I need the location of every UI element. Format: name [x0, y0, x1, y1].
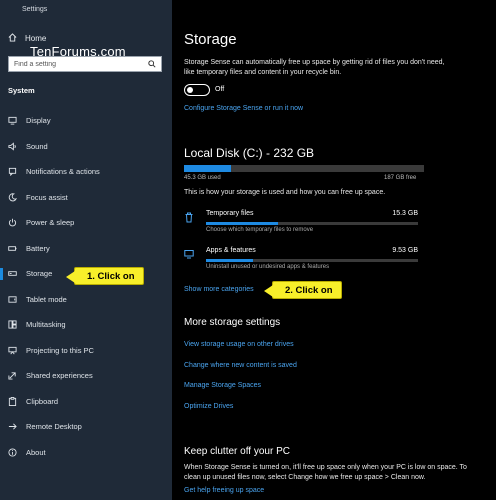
tablet-icon — [8, 295, 17, 304]
battery-icon — [8, 244, 17, 253]
sidebar-item-battery[interactable]: Battery — [0, 236, 172, 262]
manage-storage-spaces-link[interactable]: Manage Storage Spaces — [184, 382, 261, 389]
home-nav-item[interactable]: Home — [8, 33, 46, 44]
multitasking-icon — [8, 320, 17, 329]
sidebar-item-label: Storage — [26, 269, 53, 279]
main-panel: Storage Storage Sense can automatically … — [172, 0, 496, 500]
category-description: Uninstall unused or undesired apps & fea… — [206, 264, 330, 270]
sidebar-item-label: Battery — [26, 243, 50, 253]
sidebar-item-label: Projecting to this PC — [26, 345, 94, 355]
configure-storage-sense-link[interactable]: Configure Storage Sense or run it now — [184, 105, 303, 112]
sidebar-item-remote-desktop[interactable]: Remote Desktop — [0, 414, 172, 440]
remote-icon — [8, 422, 17, 431]
home-label: Home — [25, 34, 47, 43]
speaker-icon — [8, 142, 17, 151]
category-usage-bar — [206, 259, 418, 262]
sidebar-item-clipboard[interactable]: Clipboard — [0, 389, 172, 415]
monitor-icon — [8, 116, 17, 125]
sidebar-item-label: Sound — [26, 141, 48, 151]
nav-list: Display Sound Notifications & actions Fo… — [0, 108, 172, 465]
keep-clutter-description: When Storage Sense is turned on, it'll f… — [184, 464, 467, 481]
category-usage-fill — [206, 259, 253, 262]
sidebar-item-display[interactable]: Display — [0, 108, 172, 134]
projector-icon — [8, 346, 17, 355]
disk-usage-bar — [184, 165, 424, 172]
category-name: Apps & features — [206, 247, 256, 254]
sidebar-item-label: Shared experiences — [26, 371, 93, 381]
sidebar-item-label: Power & sleep — [26, 218, 75, 228]
sidebar-item-tablet-mode[interactable]: Tablet mode — [0, 287, 172, 313]
category-usage-fill — [206, 222, 279, 225]
sidebar-item-label: Focus assist — [26, 192, 68, 202]
show-more-categories-link[interactable]: Show more categories — [184, 286, 254, 293]
info-icon — [8, 448, 17, 457]
sidebar-item-label: Clipboard — [26, 396, 59, 406]
selection-indicator — [0, 268, 3, 280]
category-size: 15.3 GB — [392, 210, 418, 217]
disk-used-label: 45.3 GB used — [184, 175, 221, 181]
sidebar-item-sound[interactable]: Sound — [0, 134, 172, 160]
storage-sense-toggle[interactable] — [184, 84, 210, 96]
shared-icon — [8, 371, 17, 380]
section-label-system: System — [8, 86, 35, 95]
sidebar-item-label: Display — [26, 116, 51, 126]
power-icon — [8, 218, 17, 227]
callout-step-2: 2. Click on — [264, 281, 342, 299]
sidebar-item-multitasking[interactable]: Multitasking — [0, 312, 172, 338]
sidebar-item-label: About — [26, 447, 46, 457]
sidebar: Settings Home TenForums.com System Displ… — [0, 0, 172, 500]
sidebar-item-projecting[interactable]: Projecting to this PC — [0, 338, 172, 364]
category-name: Temporary files — [206, 210, 254, 217]
optimize-drives-link[interactable]: Optimize Drives — [184, 403, 233, 410]
storage-icon — [8, 269, 17, 278]
sidebar-item-about[interactable]: About — [0, 440, 172, 466]
sidebar-item-label: Multitasking — [26, 320, 66, 330]
category-usage-bar — [206, 222, 418, 225]
category-apps-features[interactable]: Apps & features 9.53 GB Uninstall unused… — [184, 247, 424, 275]
disk-description: This is how your storage is used and how… — [184, 189, 386, 196]
window-title: Settings — [22, 6, 48, 13]
apps-icon — [184, 249, 194, 259]
disk-title: Local Disk (C:) - 232 GB — [184, 146, 315, 160]
trash-icon — [184, 212, 194, 223]
moon-icon — [8, 193, 17, 202]
clipboard-icon — [8, 396, 17, 406]
category-temporary-files[interactable]: Temporary files 15.3 GB Choose which tem… — [184, 210, 424, 238]
toggle-knob — [187, 86, 193, 93]
sidebar-item-power-sleep[interactable]: Power & sleep — [0, 210, 172, 236]
disk-free-label: 187 GB free — [384, 175, 417, 181]
sidebar-item-label: Tablet mode — [26, 294, 67, 304]
sidebar-item-label: Remote Desktop — [26, 422, 82, 432]
category-size: 9.53 GB — [392, 247, 418, 254]
keep-clutter-title: Keep clutter off your PC — [184, 446, 290, 457]
toggle-state-label: Off — [215, 86, 225, 93]
search-icon[interactable] — [148, 55, 156, 73]
sidebar-item-focus-assist[interactable]: Focus assist — [0, 185, 172, 211]
sidebar-item-notifications[interactable]: Notifications & actions — [0, 159, 172, 185]
more-storage-settings-title: More storage settings — [184, 317, 281, 328]
change-new-content-location-link[interactable]: Change where new content is saved — [184, 362, 297, 369]
view-storage-other-drives-link[interactable]: View storage usage on other drives — [184, 341, 294, 348]
disk-usage-fill — [184, 165, 231, 172]
sidebar-item-label: Notifications & actions — [26, 167, 100, 177]
page-title: Storage — [184, 31, 237, 48]
search-input[interactable] — [14, 60, 134, 68]
notification-icon — [8, 167, 17, 177]
get-help-link[interactable]: Get help freeing up space — [184, 487, 264, 494]
home-icon — [8, 33, 17, 44]
storage-sense-description: Storage Sense can automatically free up … — [184, 59, 445, 76]
callout-step-1: 1. Click on — [66, 267, 144, 285]
sidebar-item-shared-experiences[interactable]: Shared experiences — [0, 363, 172, 389]
category-description: Choose which temporary files to remove — [206, 227, 314, 233]
search-box[interactable] — [8, 56, 162, 72]
